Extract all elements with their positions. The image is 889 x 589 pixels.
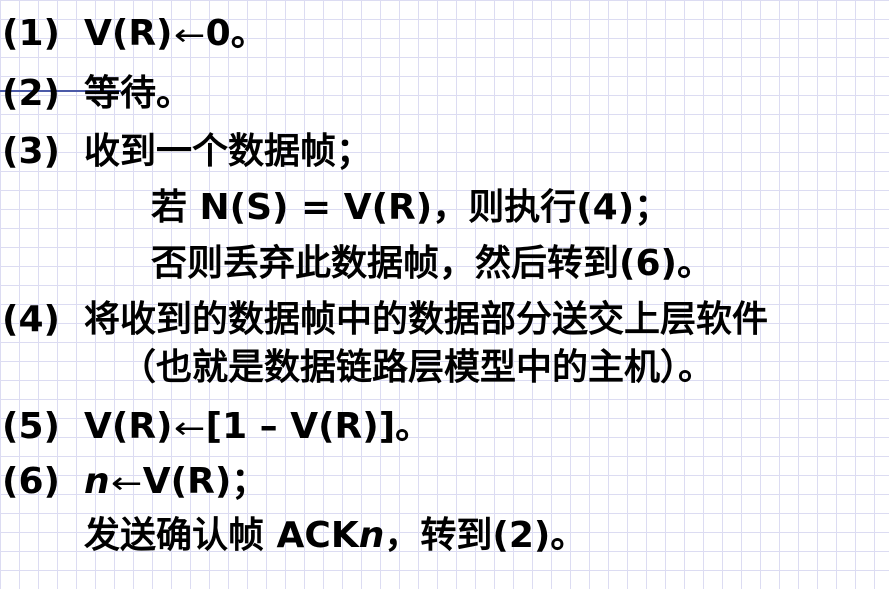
step-text: V(R)； [142,461,268,502]
variable-n: n [84,461,110,502]
step-number: (5) [2,406,60,447]
slide: (1) V(R)←0。 (2) 等待。 (3) 收到一个数据帧； 若 N(S) = V… [0,0,889,589]
step-text: 收到一个数据帧； [84,131,373,172]
step-6: (6) n←V(R)； [2,458,267,508]
step-6-send: 发送确认帧 ACKn，转到(2)。 [84,512,586,560]
step-text: V(R) [84,13,173,54]
step-1: (1) V(R)←0。 [2,10,267,60]
step-text: 将收到的数据帧中的数据部分送交上层软件 [84,299,769,340]
left-arrow-icon: ← [110,466,142,501]
step-4: (4) 将收到的数据帧中的数据部分送交上层软件 [2,296,768,344]
step-2: (2) 等待。 [2,70,192,118]
step-text: 0。 [205,13,267,54]
step-3: (3) 收到一个数据帧； [2,128,372,176]
step-number: (3) [2,131,60,172]
step-text: V(R) [84,406,173,447]
step-3-condition: 若 N(S) = V(R)，则执行(4)； [151,187,671,228]
step-3-else: 否则丢弃此数据帧，然后转到(6)。 [151,243,713,284]
step-text: [1 – V(R)]。 [205,406,432,447]
step-number: (4) [2,299,60,340]
left-arrow-icon: ← [173,411,205,446]
step-4-note: （也就是数据链路层模型中的主机）。 [120,347,715,388]
left-arrow-icon: ← [173,18,205,53]
step-text: 等待。 [84,73,193,114]
variable-n: n [358,515,385,556]
step-text: 发送确认帧 ACK [84,515,359,556]
step-text: ，转到(2)。 [384,515,587,556]
step-number: (1) [2,13,60,54]
step-5: (5) V(R)←[1 – V(R)]。 [2,403,431,453]
step-number: (2) [2,73,60,114]
step-number: (6) [2,461,60,502]
